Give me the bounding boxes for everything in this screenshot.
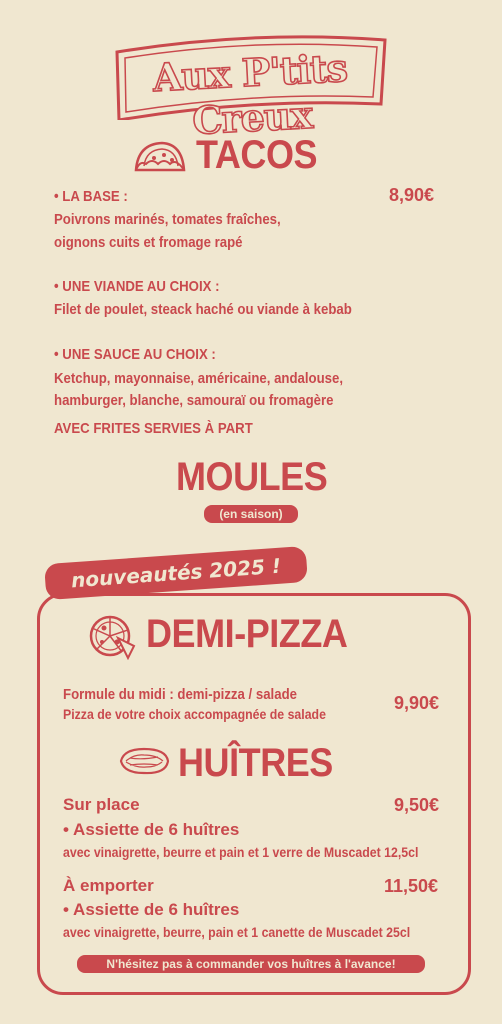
huitres-emporter-price: 11,50€: [384, 876, 439, 896]
taco-icon: [132, 138, 186, 174]
huitres-cta-badge: N'hésitez pas à commander vos huîtres à …: [77, 955, 425, 973]
huitres-title: HUÎTRES: [178, 741, 333, 785]
huitres-sur-place-price: 9,50€: [394, 795, 440, 815]
pizza-line1: Formule du midi : demi-pizza / salade: [63, 686, 297, 703]
tacos-sauce-label: • UNE SAUCE AU CHOIX :: [54, 346, 216, 363]
huitres-emporter-item: • Assiette de 6 huîtres: [63, 900, 240, 919]
huitres-sur-place-desc: avec vinaigrette, beurre et pain et 1 ve…: [63, 844, 419, 860]
tacos-sauce-line1: Ketchup, mayonnaise, américaine, andalou…: [54, 370, 344, 387]
tacos-base-line2: oignons cuits et fromage rapé: [54, 234, 243, 251]
tacos-base-label: • LA BASE :: [54, 188, 128, 205]
tacos-viande-label: • UNE VIANDE AU CHOIX :: [54, 278, 220, 295]
moules-season-badge: (en saison): [204, 505, 298, 523]
tacos-frites: AVEC FRITES SERVIES À PART: [54, 420, 253, 437]
pizza-icon: [88, 612, 136, 661]
pizza-title: DEMI-PIZZA: [146, 612, 348, 656]
tacos-title: TACOS: [196, 133, 318, 177]
huitres-sur-place-label: Sur place: [63, 795, 140, 814]
tacos-base-price: 8,90€: [389, 185, 435, 205]
nouveautes-banner: nouveautés 2025 !: [44, 545, 308, 601]
tacos-viande-line1: Filet de poulet, steack haché ou viande …: [54, 301, 352, 318]
moules-title: MOULES: [176, 455, 328, 499]
huitres-sur-place-item: • Assiette de 6 huîtres: [63, 820, 240, 839]
brand-name: Aux P'tits Creux: [151, 44, 349, 144]
brand-logo: Aux P'tits Creux: [113, 34, 389, 144]
tacos-base-line1: Poivrons marinés, tomates fraîches,: [54, 211, 281, 228]
huitres-emporter-label: À emporter: [63, 876, 154, 895]
huitres-emporter-desc: avec vinaigrette, beurre, pain et 1 cane…: [63, 924, 411, 940]
tacos-sauce-line2: hamburger, blanche, samouraï ou fromagèr…: [54, 392, 334, 409]
pizza-price: 9,90€: [394, 693, 440, 713]
pizza-line2: Pizza de votre choix accompagnée de sala…: [63, 706, 326, 722]
oyster-icon: [118, 746, 170, 776]
